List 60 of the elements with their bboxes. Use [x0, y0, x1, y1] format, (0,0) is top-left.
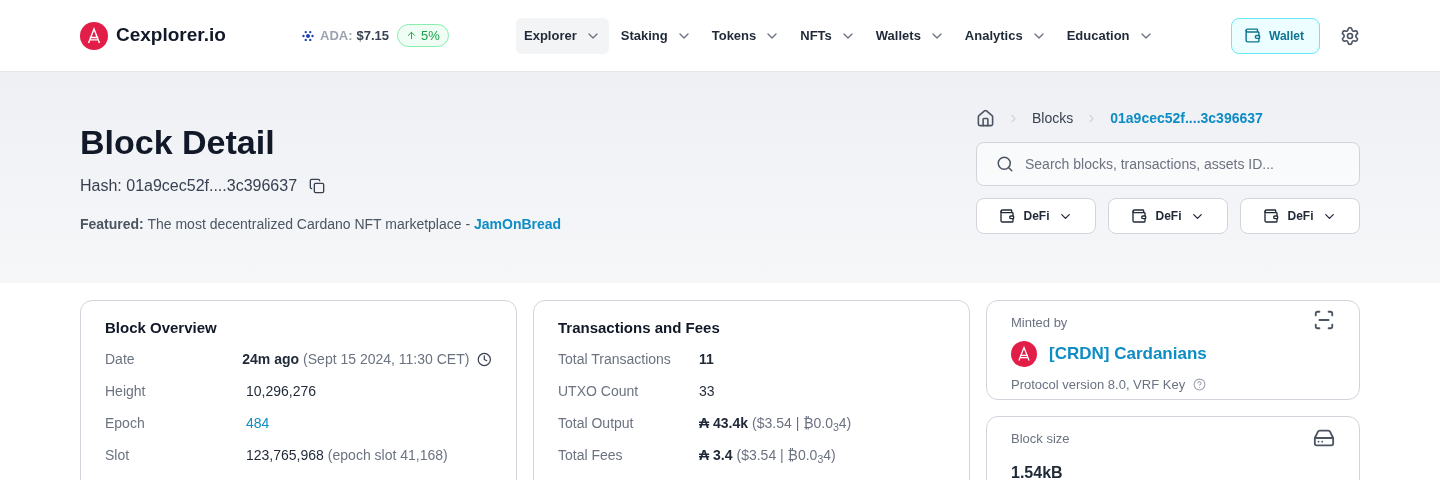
field-value: ₳ 43.4k [699, 414, 749, 433]
search-field[interactable]: Search blocks, transactions, assets ID... [976, 142, 1360, 186]
field-label: Total Output [558, 414, 635, 433]
nav-menu-item[interactable]: Explorer [516, 17, 609, 54]
card-title: Block Overview [105, 318, 218, 338]
field-value: 11 [699, 350, 714, 369]
field-label: Total Transactions [558, 350, 672, 369]
nav-menu-item[interactable]: Analytics [956, 17, 1055, 54]
brand-name[interactable]: Cexplorer.io [116, 21, 226, 50]
card-title: Transactions and Fees [558, 318, 721, 338]
page-title: Block Detail [80, 122, 276, 163]
price-label: ADA: [320, 26, 353, 45]
protocol-text: Protocol version 8.0, VRF Key [1011, 375, 1186, 394]
field-note: (epoch slot 41,168) [327, 446, 448, 465]
field-note: ($3.54 | ₿0.0$_{3}$4) [752, 414, 852, 434]
field-value: 10,296,276 [246, 382, 317, 401]
field-label: Total Fees [558, 446, 624, 465]
field-label: UTXO Count [558, 382, 640, 401]
field-label: Slot [105, 446, 131, 465]
pool-link[interactable]: [CRDN] Cardanians [1049, 340, 1207, 367]
nav-menu-item[interactable]: Education [1058, 17, 1162, 54]
search-icon [996, 155, 1014, 173]
featured-text: Featured: The most decentralized Cardano NFT marketplace - JamOnBread [80, 215, 562, 234]
field-value: 24m ago [242, 350, 300, 369]
block-hash: Hash: 01a9cec52f....3c396637 [80, 176, 298, 196]
scan-icon [1313, 309, 1335, 331]
clock-icon [477, 352, 492, 367]
copy-icon[interactable] [309, 178, 326, 194]
price-value: $7.15 [356, 26, 390, 45]
field-note: (Sept 15 2024, 11:30 CET) [303, 350, 470, 369]
home-icon[interactable] [976, 108, 995, 128]
wallet-icon [1263, 208, 1280, 224]
filter-dropdown[interactable]: DeFi [976, 198, 1096, 234]
field-note: ($3.54 | ₿0.0$_{3}$4) [736, 446, 836, 466]
ada-logo-icon [80, 21, 108, 50]
card-label: Minted by [1011, 314, 1068, 332]
filter-dropdown[interactable]: DeFi [1108, 198, 1228, 234]
nav-menu-item[interactable]: NFTs [792, 17, 864, 54]
field-value: 123,765,968 [246, 446, 324, 465]
field-value: 33 [699, 382, 715, 401]
wallet-icon [1131, 208, 1148, 224]
drive-icon [1313, 427, 1335, 449]
wallet-button[interactable]: Wallet [1231, 17, 1320, 54]
block-size-value: 1.54kB [1011, 462, 1064, 480]
wallet-icon [999, 208, 1016, 224]
settings-icon[interactable] [1340, 25, 1360, 46]
field-label: Epoch [105, 414, 146, 433]
field-value: ₳ 3.4 [699, 446, 733, 465]
field-label: Date [105, 350, 136, 369]
breadcrumb-link[interactable]: Blocks [1032, 107, 1074, 129]
nav-menu-item[interactable]: Staking [612, 17, 700, 54]
card-label: Block size [1011, 430, 1070, 448]
ada-logo-icon [1011, 340, 1037, 367]
field-label: Height [105, 382, 147, 401]
nav-menu-item[interactable]: Tokens [703, 17, 789, 54]
filter-dropdown[interactable]: DeFi [1240, 198, 1360, 234]
price-change-badge: 5% [397, 23, 449, 48]
field-value[interactable]: 484 [246, 413, 270, 434]
nav-menu-item[interactable]: Wallets [867, 17, 953, 54]
wallet-icon [1244, 27, 1261, 44]
